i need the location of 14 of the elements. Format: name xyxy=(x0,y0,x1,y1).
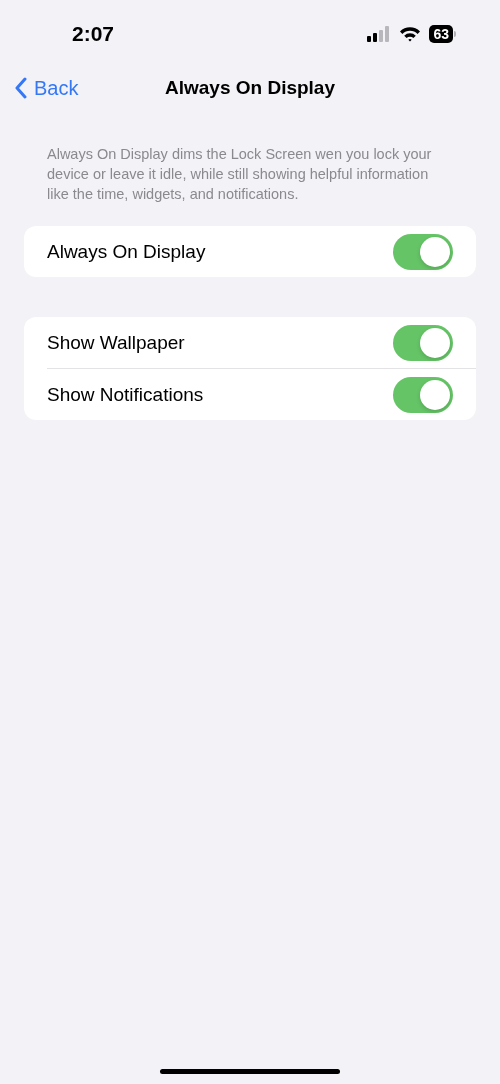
toggle-switch[interactable] xyxy=(393,376,453,413)
setting-label: Always On Display xyxy=(47,240,206,263)
description-text: Always On Display dims the Lock Screen wen you lock your device or leave it idle, while still showing helpful information like the time, widgets, and notifications. xyxy=(47,145,433,204)
page-title: Always On Display xyxy=(165,77,335,99)
battery-icon: 63 xyxy=(429,25,456,43)
wifi-icon xyxy=(399,26,422,42)
back-button[interactable]: Back xyxy=(14,76,79,100)
toggle-switch[interactable] xyxy=(393,233,453,270)
setting-label: Show Notifications xyxy=(47,383,204,406)
status-time: 2:07 xyxy=(72,22,115,46)
chevron-left-icon xyxy=(14,77,28,99)
toggle-switch[interactable] xyxy=(393,324,453,361)
signal-icon xyxy=(367,26,392,42)
setting-label: Show Wallpaper xyxy=(47,331,185,354)
